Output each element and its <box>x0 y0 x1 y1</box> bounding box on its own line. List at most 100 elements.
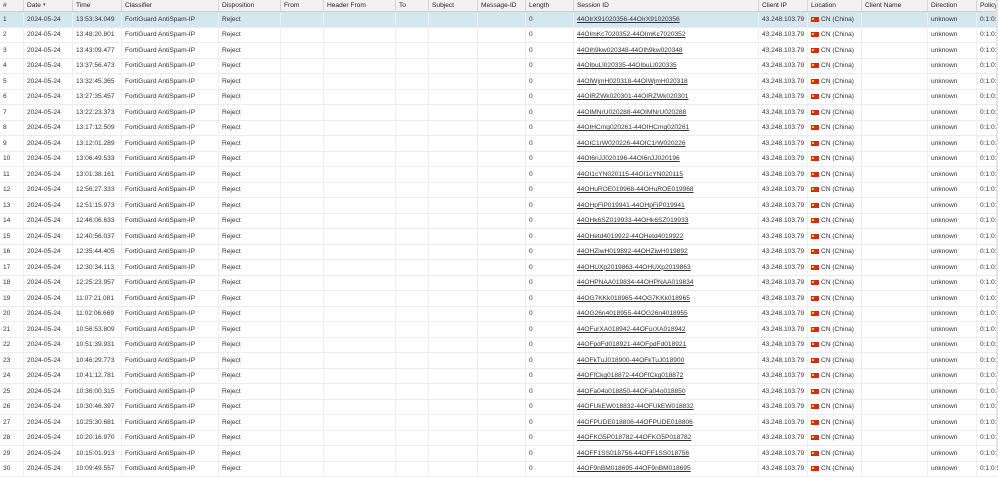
table-row[interactable]: 102024-05-2413:06:49.533FortiGuard AntiS… <box>0 152 998 168</box>
table-row[interactable]: 192024-05-2411:07:21.081FortiGuard AntiS… <box>0 291 998 307</box>
table-row[interactable]: 272024-05-2410:25:30.681FortiGuard AntiS… <box>0 415 998 431</box>
session-id-link-text[interactable]: 44OFF1SS018756-44OFF1SS018756 <box>577 450 689 457</box>
session-id-link[interactable]: 44OIbuLl020335-44OIbuLl020335 <box>574 59 759 74</box>
column-header-classifier[interactable]: Classifier <box>122 0 219 11</box>
table-row[interactable]: 202024-05-2411:02:06.669FortiGuard AntiS… <box>0 307 998 323</box>
column-header-subject[interactable]: Subject <box>429 0 478 11</box>
session-id-link-text[interactable]: 44OFurXA018942-44OFurXA018942 <box>577 326 686 333</box>
column-header-from[interactable]: From <box>281 0 324 11</box>
session-id-link[interactable]: 44OFkTuJ018900-44OFkTuJ018900 <box>574 353 759 368</box>
session-id-link[interactable]: 44OHUXp2019863-44OHUXp2019863 <box>574 260 759 275</box>
table-row[interactable]: 222024-05-2410:51:39.931FortiGuard AntiS… <box>0 338 998 354</box>
session-id-link[interactable]: 44OF9nBM018695-44OF9nBM018695 <box>574 462 759 477</box>
table-row[interactable]: 262024-05-2410:30:46.397FortiGuard AntiS… <box>0 400 998 416</box>
session-id-link[interactable]: 44OG7KKk018965-44OG7KKk018965 <box>574 291 759 306</box>
column-header-disposition[interactable]: Disposition <box>219 0 281 11</box>
column-header-to[interactable]: To <box>396 0 429 11</box>
session-id-link[interactable]: 44OFF1SS018756-44OFF1SS018756 <box>574 446 759 461</box>
table-row[interactable]: 32024-05-2413:43:09.477FortiGuard AntiSp… <box>0 43 998 59</box>
session-id-link[interactable]: 44OHPNAA019834-44OHPNAA019834 <box>574 276 759 291</box>
column-header-direction[interactable]: Direction <box>928 0 977 11</box>
table-row[interactable]: 22024-05-2413:48:20.801FortiGuard AntiSp… <box>0 28 998 44</box>
session-id-link-text[interactable]: 44OI6nJJ020196-44OI6nJJ020196 <box>577 155 680 162</box>
session-id-link[interactable]: 44OIh9kw020348-44OIh9kw020348 <box>574 43 759 58</box>
table-row[interactable]: 212024-05-2410:56:53.809FortiGuard AntiS… <box>0 322 998 338</box>
session-id-link-text[interactable]: 44OIrX91020356-44OIrX91020356 <box>577 16 680 23</box>
session-id-link-text[interactable]: 44OHPNAA019834-44OHPNAA019834 <box>577 279 694 286</box>
table-row[interactable]: 252024-05-2410:36:00.315FortiGuard AntiS… <box>0 384 998 400</box>
column-header-location[interactable]: Location <box>808 0 862 11</box>
session-id-link-text[interactable]: 44OIRZWk020301-44OIRZWk020301 <box>577 93 688 100</box>
table-row[interactable]: 162024-05-2412:35:44.405FortiGuard AntiS… <box>0 245 998 261</box>
session-id-link-text[interactable]: 44OIMNrU020288-44OIMNrU020288 <box>577 109 686 116</box>
column-header-header-from[interactable]: Header From <box>324 0 396 11</box>
session-id-link[interactable]: 44OIHCmg020261-44OIHCmg020261 <box>574 121 759 136</box>
session-id-link-text[interactable]: 44OHpFiP019941-44OHpFiP019941 <box>577 202 685 209</box>
session-id-link-text[interactable]: 44OFfCkg018872-44OFfCkg018872 <box>577 372 683 379</box>
table-row[interactable]: 242024-05-2410:41:12.781FortiGuard AntiS… <box>0 369 998 385</box>
session-id-link-text[interactable]: 44OF9nBM018695-44OF9nBM018695 <box>577 465 691 472</box>
table-row[interactable]: 142024-05-2412:46:06.633FortiGuard AntiS… <box>0 214 998 230</box>
column-header-time[interactable]: Time <box>73 0 122 11</box>
session-id-link[interactable]: 44OHk6SZ019933-44OHk6SZ019933 <box>574 214 759 229</box>
session-id-link-text[interactable]: 44OHuROE019968-44OHuROE019968 <box>577 186 694 193</box>
session-id-link[interactable]: 44OImKc7020352-44OImKc7020352 <box>574 28 759 43</box>
column-header-length[interactable]: Length <box>526 0 574 11</box>
table-row[interactable]: 112024-05-2413:01:38.161FortiGuard AntiS… <box>0 167 998 183</box>
session-id-link[interactable]: 44OIRZWk020301-44OIRZWk020301 <box>574 90 759 105</box>
session-id-link-text[interactable]: 44OI1cYN020115-44OI1cYN020115 <box>577 171 683 178</box>
session-id-link[interactable]: 44OIWjmH020318-44OIWjmH020318 <box>574 74 759 89</box>
session-id-link-text[interactable]: 44OG7KKk018965-44OG7KKk018965 <box>577 295 690 302</box>
session-id-link[interactable]: 44OFUkEW018832-44OFUkEW018832 <box>574 400 759 415</box>
column-header-client-ip[interactable]: Client IP <box>759 0 808 11</box>
session-id-link-text[interactable]: 44OIWjmH020318-44OIWjmH020318 <box>577 78 688 85</box>
table-row[interactable]: 82024-05-2413:17:12.509FortiGuard AntiSp… <box>0 121 998 137</box>
session-id-link-text[interactable]: 44OFkTuJ018900-44OFkTuJ018900 <box>577 357 684 364</box>
session-id-link-text[interactable]: 44OHUXp2019863-44OHUXp2019863 <box>577 264 691 271</box>
session-id-link[interactable]: 44OHZiwH019892-44OHZiwH019892 <box>574 245 759 260</box>
session-id-link-text[interactable]: 44OIC1rW020226-44OIC1rW020226 <box>577 140 686 147</box>
session-id-link[interactable]: 44OIrX91020356-44OIrX91020356 <box>574 12 759 27</box>
table-row[interactable]: 302024-05-2410:09:49.557FortiGuard AntiS… <box>0 462 998 477</box>
table-row[interactable]: 172024-05-2412:30:34.113FortiGuard AntiS… <box>0 260 998 276</box>
session-id-link-text[interactable]: 44OIHCmg020261-44OIHCmg020261 <box>577 124 689 131</box>
session-id-link-text[interactable]: 44OHetd4019922-44OHetd4019922 <box>577 233 683 240</box>
session-id-link-text[interactable]: 44OG26n4018955-44OG26n4018955 <box>577 310 688 317</box>
session-id-link[interactable]: 44OFpdFd018921-44OFpdFd018921 <box>574 338 759 353</box>
column-header-date[interactable]: Date▾ <box>24 0 73 11</box>
session-id-link-text[interactable]: 44OIbuLl020335-44OIbuLl020335 <box>577 62 677 69</box>
session-id-link[interactable]: 44OI1cYN020115-44OI1cYN020115 <box>574 167 759 182</box>
table-row[interactable]: 282024-05-2410:20:16.970FortiGuard AntiS… <box>0 431 998 447</box>
column-header-client-name[interactable]: Client Name <box>862 0 928 11</box>
session-id-link[interactable]: 44OHpFiP019941-44OHpFiP019941 <box>574 198 759 213</box>
session-id-link-text[interactable]: 44OFPUDE018806-44OFPUDE018806 <box>577 419 693 426</box>
session-id-link-text[interactable]: 44OImKc7020352-44OImKc7020352 <box>577 31 686 38</box>
session-id-link[interactable]: 44OFurXA018942-44OFurXA018942 <box>574 322 759 337</box>
session-id-link-text[interactable]: 44OFpdFd018921-44OFpdFd018921 <box>577 341 686 348</box>
session-id-link-text[interactable]: 44OFUkEW018832-44OFUkEW018832 <box>577 403 694 410</box>
table-row[interactable]: 132024-05-2412:51:15.973FortiGuard AntiS… <box>0 198 998 214</box>
session-id-link-text[interactable]: 44OFa04o018850-44OFa04o018850 <box>577 388 686 395</box>
session-id-link[interactable]: 44OFa04o018850-44OFa04o018850 <box>574 384 759 399</box>
table-row[interactable]: 62024-05-2413:27:35.457FortiGuard AntiSp… <box>0 90 998 106</box>
column-header-policy-id[interactable]: Policy ID <box>977 0 998 11</box>
table-row[interactable]: 52024-05-2413:32:45.365FortiGuard AntiSp… <box>0 74 998 90</box>
table-row[interactable]: 232024-05-2410:46:29.773FortiGuard AntiS… <box>0 353 998 369</box>
session-id-link[interactable]: 44OHetd4019922-44OHetd4019922 <box>574 229 759 244</box>
column-header-session-id[interactable]: Session ID <box>574 0 759 11</box>
session-id-link[interactable]: 44OFPUDE018806-44OFPUDE018806 <box>574 415 759 430</box>
table-row[interactable]: 122024-05-2412:56:27.333FortiGuard AntiS… <box>0 183 998 199</box>
session-id-link[interactable]: 44OFfCkg018872-44OFfCkg018872 <box>574 369 759 384</box>
session-id-link-text[interactable]: 44OHZiwH019892-44OHZiwH019892 <box>577 248 688 255</box>
session-id-link-text[interactable]: 44OIh9kw020348-44OIh9kw020348 <box>577 47 683 54</box>
session-id-link[interactable]: 44OIC1rW020226-44OIC1rW020226 <box>574 136 759 151</box>
table-row[interactable]: 12024-05-2413:53:34.049FortiGuard AntiSp… <box>0 12 998 28</box>
session-id-link[interactable]: 44OI6nJJ020196-44OI6nJJ020196 <box>574 152 759 167</box>
session-id-link[interactable]: 44OG26n4018955-44OG26n4018955 <box>574 307 759 322</box>
session-id-link-text[interactable]: 44OHk6SZ019933-44OHk6SZ019933 <box>577 217 688 224</box>
session-id-link[interactable]: 44OHuROE019968-44OHuROE019968 <box>574 183 759 198</box>
column-header-number[interactable]: # <box>0 0 24 11</box>
table-row[interactable]: 42024-05-2413:37:56.473FortiGuard AntiSp… <box>0 59 998 75</box>
session-id-link[interactable]: 44OIMNrU020288-44OIMNrU020288 <box>574 105 759 120</box>
column-header-message-id[interactable]: Message-ID <box>478 0 526 11</box>
